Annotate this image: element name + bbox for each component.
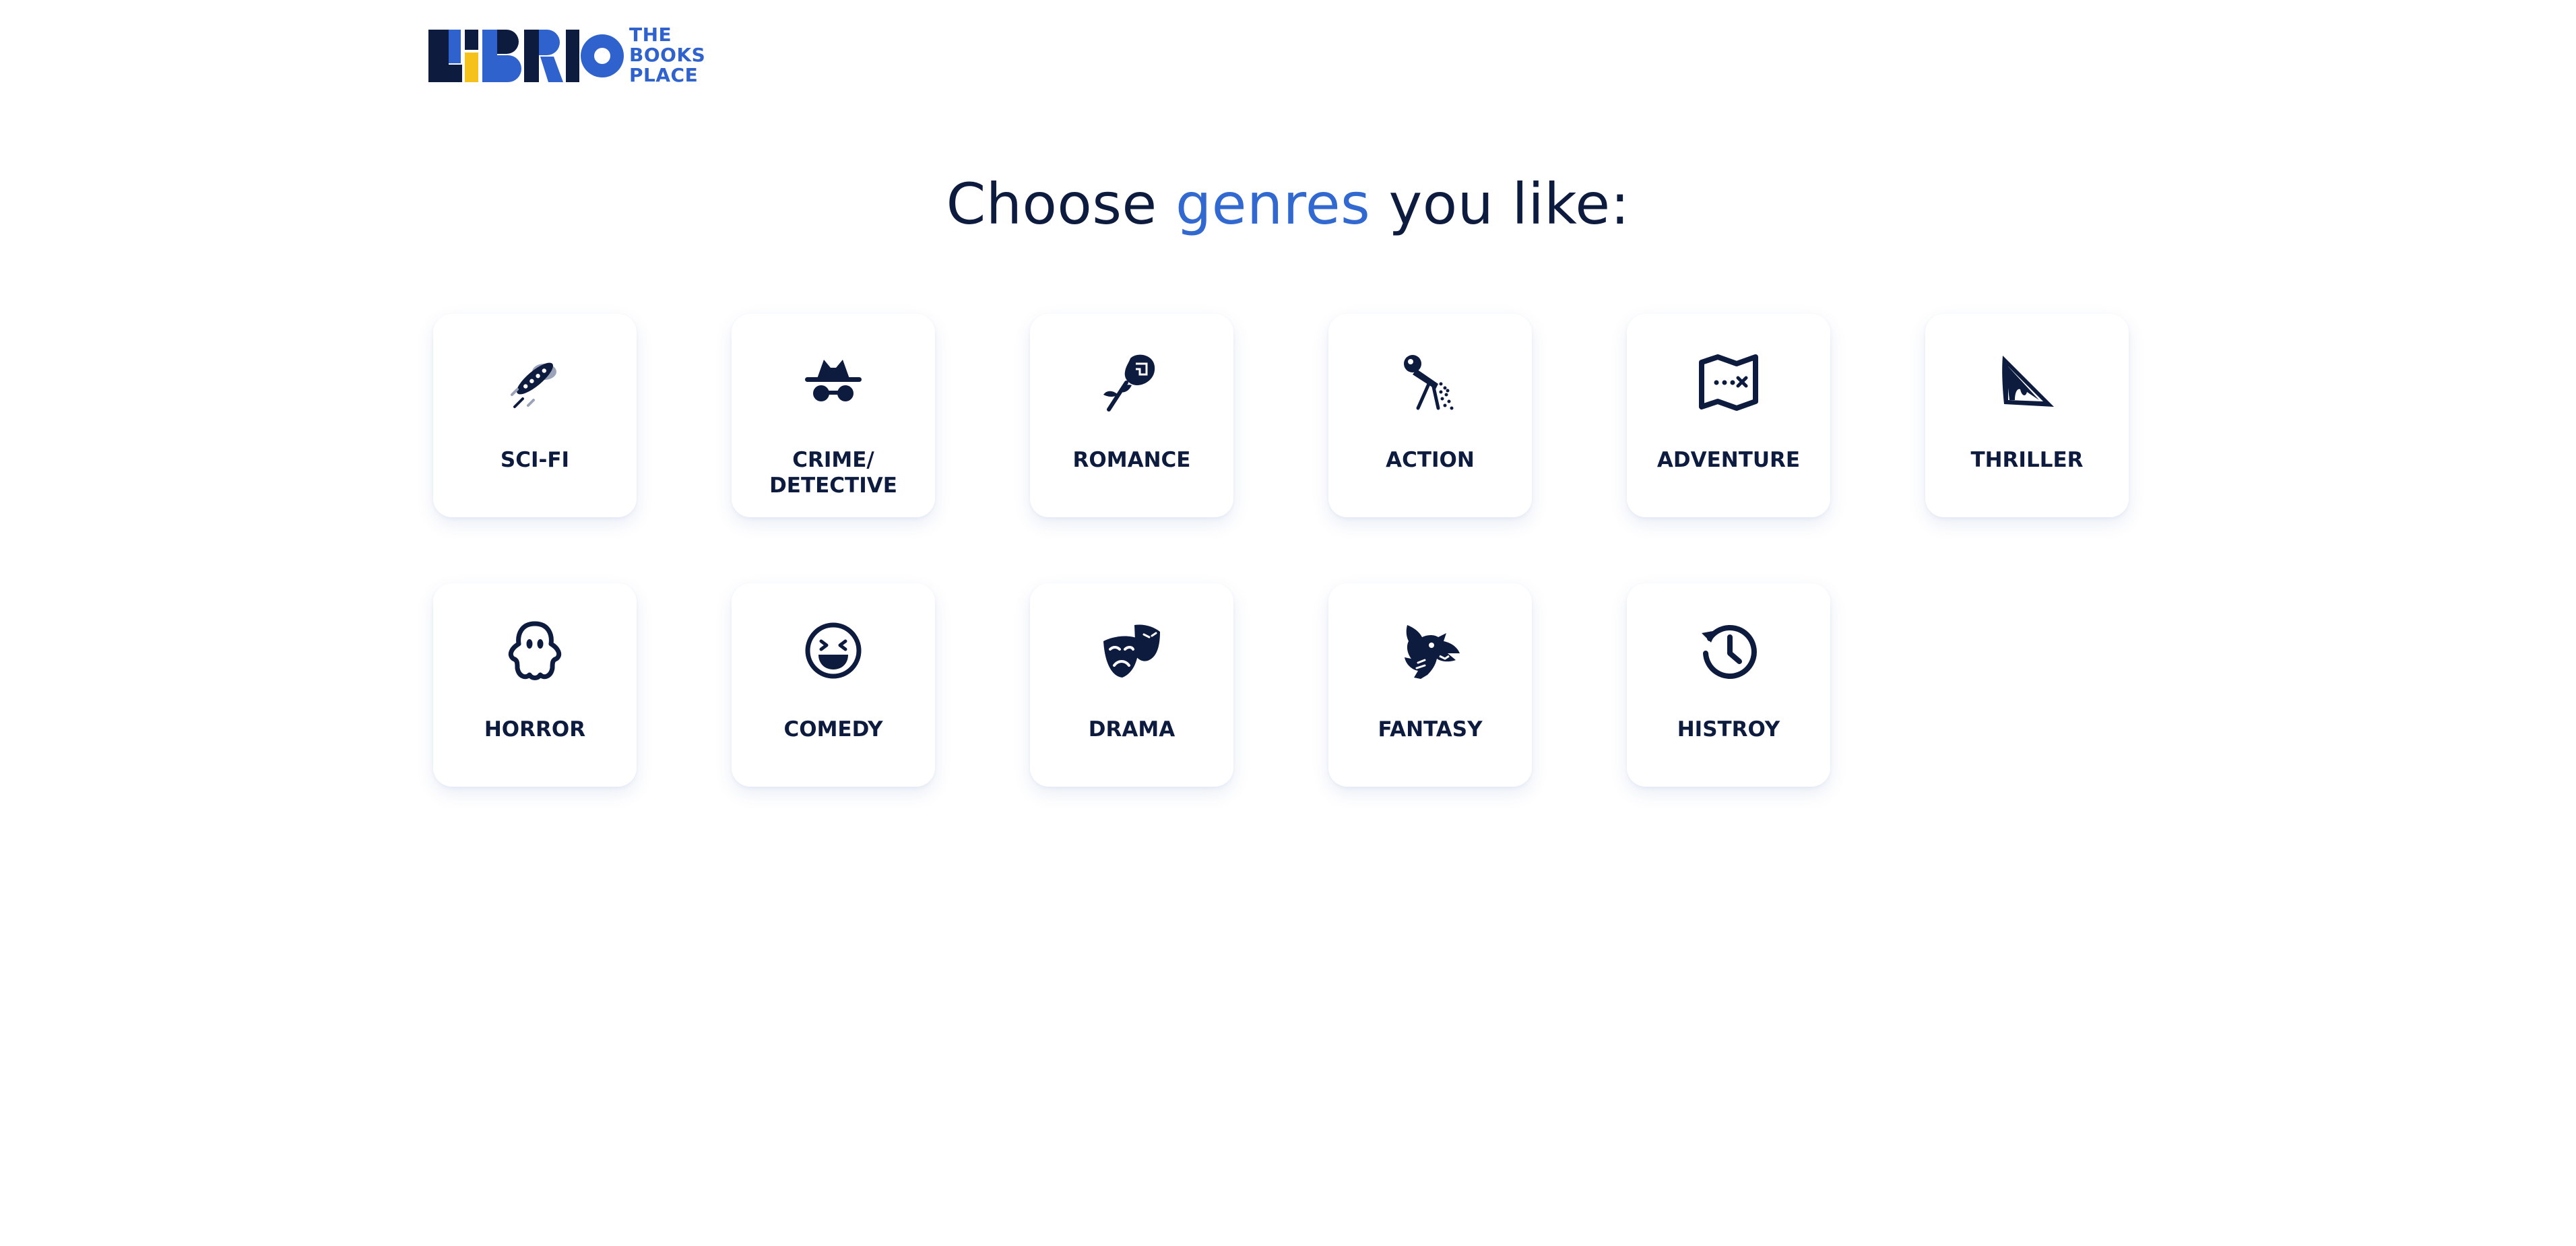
genre-card-history[interactable]: HISTROY [1627, 583, 1830, 787]
genre-grid: SCI-FI CRIME/ DETECTIVE ROMANCE ACTION A… [433, 314, 2131, 787]
page: THE BOOKS PLACE Choose genres you like: [0, 0, 2576, 1246]
genre-label: FANTASY [1378, 717, 1483, 742]
history-clock-icon [1696, 618, 1761, 683]
librio-logo-mark [428, 30, 624, 82]
genre-card-fantasy[interactable]: FANTASY [1328, 583, 1532, 787]
genre-card-sci-fi[interactable]: SCI-FI [433, 314, 637, 517]
bloody-knife-icon [1995, 349, 2059, 414]
title-prefix: Choose [946, 171, 1157, 237]
theater-masks-icon [1099, 618, 1164, 683]
genre-card-crime-detective[interactable]: CRIME/ DETECTIVE [732, 314, 935, 517]
rose-icon [1099, 349, 1164, 414]
genre-card-action[interactable]: ACTION [1328, 314, 1532, 517]
genre-card-adventure[interactable]: ADVENTURE [1627, 314, 1830, 517]
genre-label: HISTROY [1677, 717, 1780, 742]
treasure-map-icon [1696, 349, 1761, 414]
laughing-face-icon [801, 618, 866, 683]
logo-tagline: THE BOOKS PLACE [629, 25, 705, 86]
spy-icon [801, 349, 866, 414]
genre-label: ROMANCE [1072, 448, 1191, 472]
genre-label: COMEDY [783, 717, 883, 742]
ufo-icon [503, 349, 567, 414]
genre-label: DRAMA [1088, 717, 1176, 742]
genre-card-drama[interactable]: DRAMA [1030, 583, 1233, 787]
tagline-line: BOOKS [629, 44, 706, 66]
genre-card-thriller[interactable]: THRILLER [1925, 314, 2129, 517]
page-title: Choose genres you like: [0, 167, 2576, 241]
genre-label: HORROR [484, 717, 586, 742]
brand-logo[interactable]: THE BOOKS PLACE [428, 24, 705, 86]
genre-card-romance[interactable]: ROMANCE [1030, 314, 1233, 517]
genre-label: ADVENTURE [1656, 448, 1801, 472]
tagline-line: THE [629, 24, 672, 46]
genre-card-comedy[interactable]: COMEDY [732, 583, 935, 787]
genre-card-horror[interactable]: HORROR [433, 583, 637, 787]
genre-label: THRILLER [1970, 448, 2084, 472]
machine-gun-icon [1398, 349, 1462, 414]
genre-label: CRIME/ DETECTIVE [769, 448, 897, 498]
genre-label: ACTION [1386, 448, 1475, 472]
title-suffix: you like: [1388, 171, 1630, 237]
genre-label: SCI-FI [500, 448, 570, 472]
ghost-icon [503, 618, 567, 683]
title-accent: genres [1175, 171, 1371, 237]
tagline-line: PLACE [629, 64, 699, 86]
dragon-head-icon [1398, 618, 1462, 683]
